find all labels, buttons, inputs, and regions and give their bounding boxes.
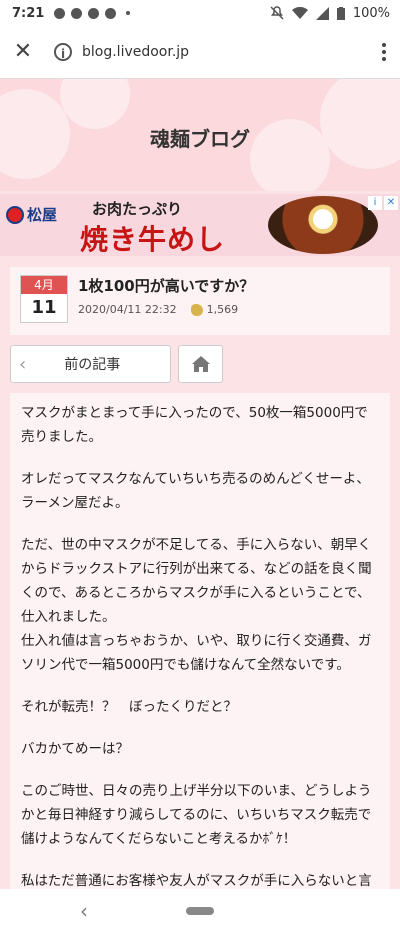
ad-banner[interactable]: 松屋 お肉たっぷり 焼き牛めし i ✕ — [0, 194, 400, 256]
ad-tagline: お肉たっぷり — [92, 200, 183, 218]
article-body: マスクがまとまって手に入ったので、50枚一箱5000円で売りました。 オレだって… — [10, 393, 390, 889]
system-nav-bar: ‹ — [0, 889, 400, 933]
ad-headline: 焼き牛めし — [80, 223, 226, 256]
more-notifications-icon — [126, 11, 131, 15]
home-icon — [191, 356, 210, 372]
article-paragraph: それが転売！？ ぼったくりだと？ — [21, 699, 237, 715]
article-paragraph: このご時世、日々の売り上げ半分以下のいま、どうしようかと毎日神経すり減らしてるの… — [21, 783, 372, 847]
article-meta: 2020/04/11 22:32 1,569 — [78, 303, 238, 316]
article-paragraph: ただ、世の中マスクが不足してる、手に入らない、朝早くからドラックストアに行列が出… — [21, 537, 372, 673]
date-badge: 4月 11 — [20, 275, 68, 323]
article-paragraph: オレだってマスクなんていちいち売るのめんどくせーよ、ラーメン屋だよ。 — [21, 471, 370, 511]
blog-title[interactable]: 魂麺ブログ — [0, 123, 400, 152]
matsuya-logo-icon — [6, 205, 24, 224]
status-bar: 7:21 100% — [0, 0, 400, 26]
article-header: 4月 11 1枚100円が高いですか？ 2020/04/11 22:32 1,5… — [10, 267, 390, 335]
wifi-icon — [291, 6, 308, 19]
notification-icon — [71, 7, 83, 19]
blog-header: 魂麺ブログ — [0, 79, 400, 191]
ad-close-icon[interactable]: ✕ — [384, 196, 398, 210]
notification-icon — [54, 7, 66, 19]
clap-count: 1,569 — [190, 303, 239, 316]
ad-logo: 松屋 — [6, 204, 57, 225]
prev-article-button[interactable]: ‹ 前の記事 — [10, 345, 171, 383]
browser-toolbar: ✕ i blog.livedoor.jp — [0, 26, 400, 79]
sakura-decoration — [60, 79, 130, 129]
ad-brand: 松屋 — [27, 206, 58, 224]
signal-icon — [315, 6, 329, 20]
home-button[interactable] — [178, 345, 223, 383]
back-nav-icon[interactable]: ‹ — [80, 899, 88, 923]
notification-icon — [105, 7, 117, 19]
ad-info-icon[interactable]: i — [368, 196, 382, 210]
chevron-left-icon: ‹ — [19, 353, 27, 375]
date-month: 4月 — [21, 276, 67, 294]
clap-icon — [190, 303, 203, 316]
article-datetime: 2020/04/11 22:32 — [78, 303, 177, 316]
ad-choices[interactable]: i ✕ — [368, 196, 398, 210]
article-paragraph: バカかてめーは？ — [21, 741, 129, 757]
status-time: 7:21 — [12, 5, 45, 21]
clap-count-value: 1,569 — [206, 303, 239, 316]
beef-bowl-image — [268, 196, 378, 254]
mute-icon — [270, 6, 284, 20]
battery-icon — [336, 6, 345, 20]
battery-level: 100% — [352, 5, 390, 21]
home-gesture-pill[interactable] — [186, 907, 214, 915]
notification-icons — [54, 7, 131, 19]
notification-icon — [88, 7, 100, 19]
close-icon[interactable]: ✕ — [12, 41, 34, 63]
site-info-icon[interactable]: i — [54, 43, 72, 61]
article-title[interactable]: 1枚100円が高いですか？ — [78, 275, 254, 296]
prev-article-label: 前の記事 — [64, 357, 121, 373]
article-paragraph: 私はただ普通にお客様や友人がマスクが手に入らないと言う言葉をたくさん聞いてきたの… — [21, 873, 372, 889]
url-text[interactable]: blog.livedoor.jp — [82, 44, 189, 60]
article-paragraph: マスクがまとまって手に入ったので、50枚一箱5000円で売りました。 — [21, 405, 368, 445]
more-options-icon[interactable] — [382, 43, 386, 61]
date-day: 11 — [31, 297, 57, 318]
